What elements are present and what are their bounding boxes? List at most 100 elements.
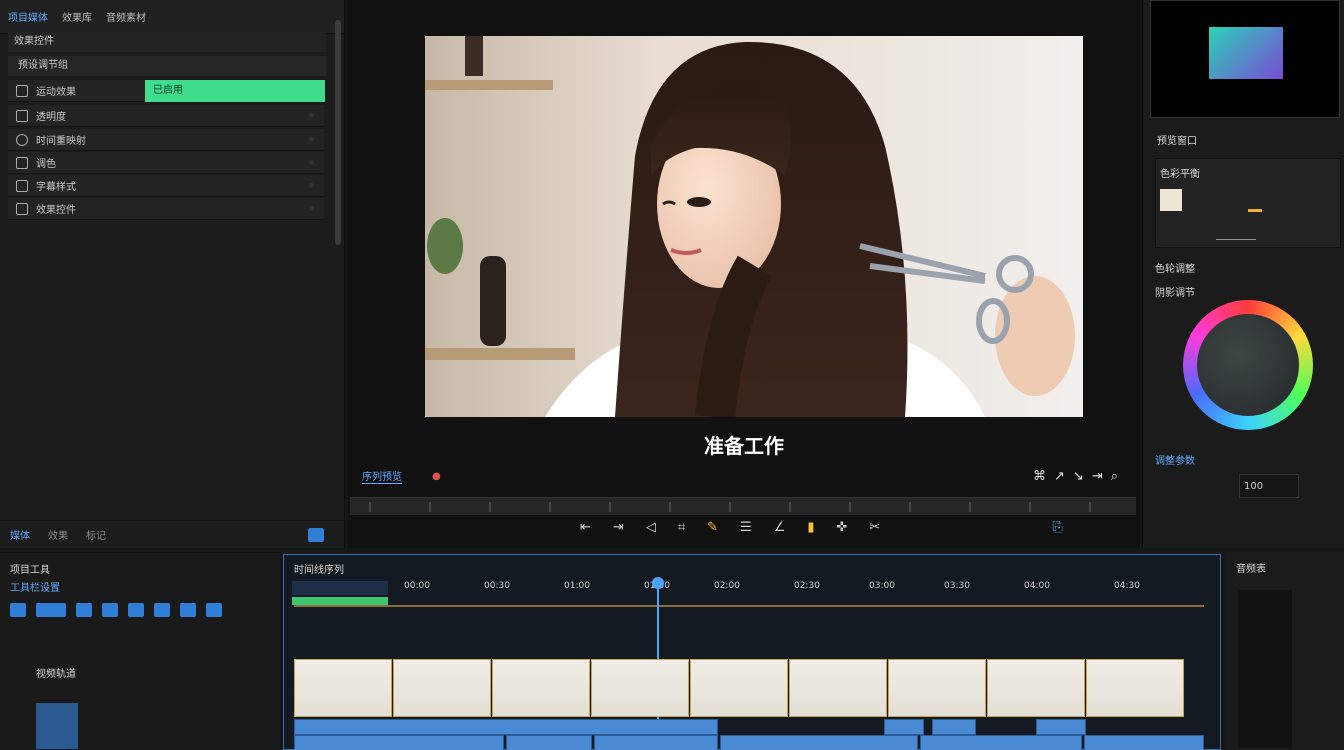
balance-slider-handle[interactable] <box>1248 209 1262 212</box>
video-clip[interactable] <box>594 735 718 750</box>
viewer-toolbar: 序列预览 ● ⌘↗↘⇥⌕ <box>350 462 1138 490</box>
step-back-icon[interactable]: ◁ <box>646 520 656 535</box>
export-icon[interactable]: ⎘ <box>1052 520 1062 535</box>
video-editor-window: 项目媒体 效果库 音频素材 效果控件 预设调节组 运动效果 已启用 透明度 时间… <box>0 0 1344 750</box>
tick-label: 04:00 <box>1024 581 1050 591</box>
tab-project-media[interactable]: 项目媒体 <box>8 9 48 24</box>
active-value-field[interactable]: 已启用 <box>145 80 325 102</box>
clip-thumbnail[interactable] <box>987 659 1085 717</box>
timeline-title: 时间线序列 <box>294 565 344 576</box>
marker-icon[interactable]: ▮ <box>807 520 814 535</box>
effects-controls-header: 效果控件 <box>14 36 54 47</box>
mini-preview-thumb <box>1209 27 1283 79</box>
effect-label: 调色 <box>36 159 56 170</box>
color-wheel-title: 色轮调整 <box>1155 264 1195 275</box>
video-clip[interactable] <box>1084 735 1204 750</box>
color-balance-title: 色彩平衡 <box>1160 169 1200 180</box>
video-clip[interactable] <box>294 719 718 735</box>
effect-label: 字幕样式 <box>36 182 76 193</box>
hand-tool-icon[interactable] <box>206 603 222 617</box>
tab-effects-library[interactable]: 效果库 <box>62 9 92 24</box>
effect-row-color[interactable]: 调色 <box>8 152 324 174</box>
ripple-tool-icon[interactable] <box>76 603 92 617</box>
color-icon <box>16 156 28 169</box>
shadow-title: 阴影调节 <box>1155 288 1195 299</box>
playhead-handle[interactable] <box>652 577 664 589</box>
pen-tool-icon[interactable] <box>180 603 196 617</box>
color-wheel[interactable] <box>1183 300 1313 430</box>
clip-thumbnail[interactable] <box>690 659 788 717</box>
settings-icon[interactable]: ✜ <box>837 520 848 535</box>
clip-thumbnail[interactable] <box>492 659 590 717</box>
effect-row-caption-style[interactable]: 字幕样式 <box>8 175 324 197</box>
effect-label: 透明度 <box>36 112 66 123</box>
param-value-field[interactable]: 100 <box>1239 474 1299 498</box>
clip-thumbnail[interactable] <box>591 659 689 717</box>
clip-thumbnail[interactable] <box>888 659 986 717</box>
clip-thumbnail[interactable] <box>393 659 491 717</box>
timeline-panel: 时间线序列 00:00 00:30 01:00 01:30 02:00 02:3… <box>283 554 1221 750</box>
video-clip[interactable] <box>294 735 504 750</box>
cut-icon[interactable]: ✂ <box>869 520 880 535</box>
tick-label: 04:30 <box>1114 581 1140 591</box>
rolling-tool-icon[interactable] <box>102 603 118 617</box>
video-clip[interactable] <box>920 735 1082 750</box>
bottom-tab-effects[interactable]: 效果 <box>48 527 68 542</box>
sequence-label[interactable]: 序列预览 <box>362 468 402 484</box>
clip-thumbnail[interactable] <box>789 659 887 717</box>
effect-row-time-remap[interactable]: 时间重映射 <box>8 129 324 151</box>
preview-title: 预览窗口 <box>1157 136 1197 147</box>
caption-icon <box>16 179 28 192</box>
mark-out-icon[interactable]: ⇥ <box>613 520 624 535</box>
effect-row-blank[interactable]: 效果控件 <box>8 198 324 220</box>
select-tool-icon[interactable] <box>10 603 26 617</box>
tools-subtitle[interactable]: 工具栏设置 <box>10 579 60 594</box>
crop-icon[interactable]: ⌗ <box>678 520 685 535</box>
panel-scrollbar[interactable] <box>335 20 341 245</box>
tools-panel: 项目工具 工具栏设置 视频轨道 <box>0 552 280 750</box>
tool-icon-row <box>10 603 222 617</box>
clip-thumbnail[interactable] <box>294 659 392 717</box>
color-swatch[interactable] <box>1160 189 1182 211</box>
tick-label: 03:00 <box>869 581 895 591</box>
tick-label: 01:00 <box>564 581 590 591</box>
effect-label: 效果控件 <box>36 205 76 216</box>
slip-tool-icon[interactable] <box>154 603 170 617</box>
opacity-icon <box>16 109 28 122</box>
effect-row-opacity[interactable]: 透明度 <box>8 105 324 127</box>
record-icon[interactable]: ● <box>432 471 441 482</box>
video-clip[interactable] <box>720 735 918 750</box>
tick-label: 02:00 <box>714 581 740 591</box>
clip-thumbnail[interactable] <box>1086 659 1184 717</box>
menu-icon[interactable]: ☰ <box>740 520 752 535</box>
preset-label[interactable]: 预设调节组 <box>18 60 68 71</box>
angle-icon[interactable]: ∠ <box>774 520 786 535</box>
caption-subtitle: 准备工作 <box>704 434 784 458</box>
razor-tool-icon[interactable] <box>128 603 144 617</box>
bottom-tab-media[interactable]: 媒体 <box>10 527 30 542</box>
viewer-tool-icons[interactable]: ⌘↗↘⇥⌕ <box>1033 469 1126 484</box>
video-clip[interactable] <box>932 719 976 735</box>
bottom-tab-markers[interactable]: 标记 <box>86 527 106 542</box>
video-clip[interactable] <box>884 719 924 735</box>
mark-in-icon[interactable]: ⇤ <box>580 520 591 535</box>
ruler-ticks <box>369 502 1091 512</box>
tab-audio-assets[interactable]: 音频素材 <box>106 9 146 24</box>
balance-slider[interactable] <box>1216 239 1256 240</box>
video-clip[interactable] <box>1036 719 1086 735</box>
pen-icon[interactable]: ✎ <box>707 520 718 535</box>
timeline-ruler[interactable]: 00:00 00:30 01:00 01:30 02:00 02:30 03:0… <box>294 581 1204 607</box>
track-header-block[interactable] <box>36 703 78 749</box>
sequence-tab[interactable] <box>292 581 388 595</box>
track-tool-icon[interactable] <box>36 603 66 617</box>
video-frame <box>425 36 1083 417</box>
effects-panel: 项目媒体 效果库 音频素材 效果控件 预设调节组 运动效果 已启用 透明度 时间… <box>0 0 345 548</box>
panel-tabs: 项目媒体 效果库 音频素材 <box>0 0 344 34</box>
mini-preview <box>1150 0 1340 118</box>
audio-meter <box>1238 590 1292 748</box>
transport-controls: ⇤ ⇥ ◁ ⌗ ✎ ☰ ∠ ▮ ✜ ✂ ⎘ <box>580 520 1063 535</box>
tools-title: 项目工具 <box>10 565 50 576</box>
viewer-timecode-ruler[interactable] <box>350 497 1136 515</box>
add-icon[interactable] <box>308 527 324 542</box>
video-clip[interactable] <box>506 735 592 750</box>
